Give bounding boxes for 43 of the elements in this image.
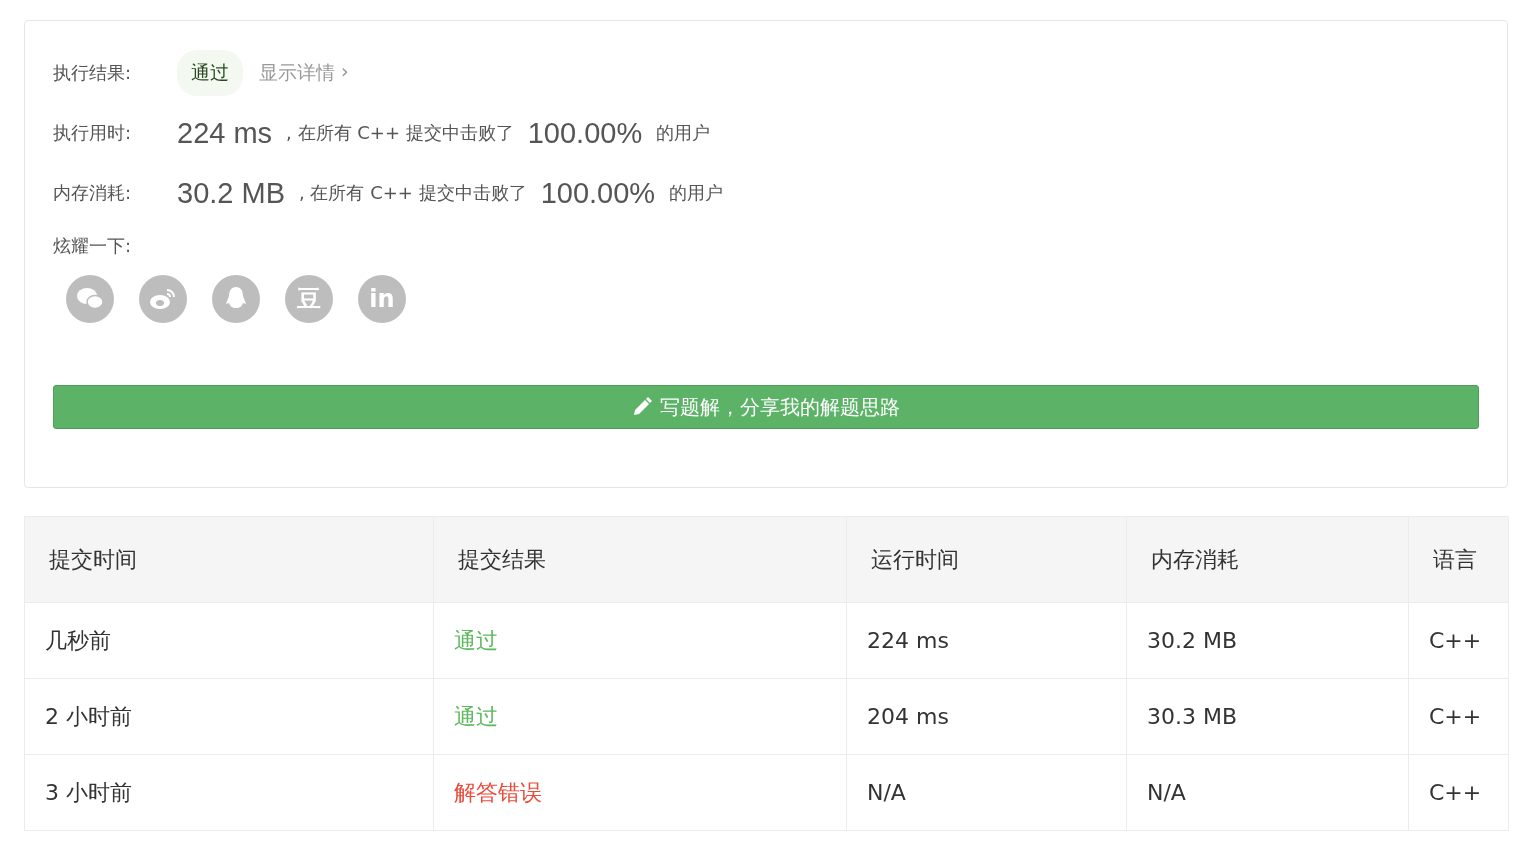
result-link[interactable]: 解答错误 [433, 754, 847, 831]
share-button[interactable]: 豆 [285, 275, 333, 323]
details-link[interactable]: 显示详情 › [259, 60, 349, 86]
share-button[interactable] [66, 275, 114, 323]
status-badge: 通过 [177, 50, 243, 96]
share-button[interactable] [212, 275, 260, 323]
table-cell: C++ [1408, 678, 1509, 755]
stat-percent: 100.00% [540, 176, 656, 210]
table-cell: 224 ms [846, 602, 1127, 679]
table-cell: N/A [846, 754, 1127, 831]
stat-value: 224 ms [177, 116, 273, 150]
stat-value: 30.2 MB [177, 176, 285, 210]
table-cell: 2 小时前 [24, 678, 434, 755]
stat-phrase: , 在所有 C++ 提交中击败了 [299, 181, 527, 205]
stat-label: 执行用时: [53, 121, 133, 145]
stat-suffix: 的用户 [656, 121, 711, 145]
table-cell: 30.2 MB [1126, 602, 1409, 679]
stat-suffix: 的用户 [669, 181, 724, 205]
table-cell: C++ [1408, 754, 1509, 831]
table-cell: C++ [1408, 602, 1509, 679]
column-header: 语言 [1408, 516, 1509, 603]
result-label: 执行结果: [53, 61, 133, 85]
column-header: 运行时间 [846, 516, 1127, 603]
eye-waves-icon [149, 287, 177, 311]
column-header: 内存消耗 [1126, 516, 1409, 603]
chat-bubbles-icon [76, 287, 104, 311]
share-button[interactable] [139, 275, 187, 323]
share-button[interactable]: in [358, 275, 406, 323]
table-cell: 几秒前 [24, 602, 434, 679]
write-solution-button[interactable]: 写题解，分享我的解题思路 [53, 385, 1479, 429]
result-link[interactable]: 通过 [433, 678, 847, 755]
column-header: 提交时间 [24, 516, 434, 603]
table-cell: 204 ms [846, 678, 1127, 755]
table-cell: 30.3 MB [1126, 678, 1409, 755]
pencil-icon [632, 397, 652, 417]
table-cell: 3 小时前 [24, 754, 434, 831]
stat-label: 内存消耗: [53, 181, 133, 205]
stat-percent: 100.00% [527, 116, 643, 150]
column-header: 提交结果 [433, 516, 847, 603]
result-link[interactable]: 通过 [433, 602, 847, 679]
table-cell: N/A [1126, 754, 1409, 831]
stat-phrase: , 在所有 C++ 提交中击败了 [286, 121, 514, 145]
share-label: 炫耀一下: [53, 234, 133, 258]
